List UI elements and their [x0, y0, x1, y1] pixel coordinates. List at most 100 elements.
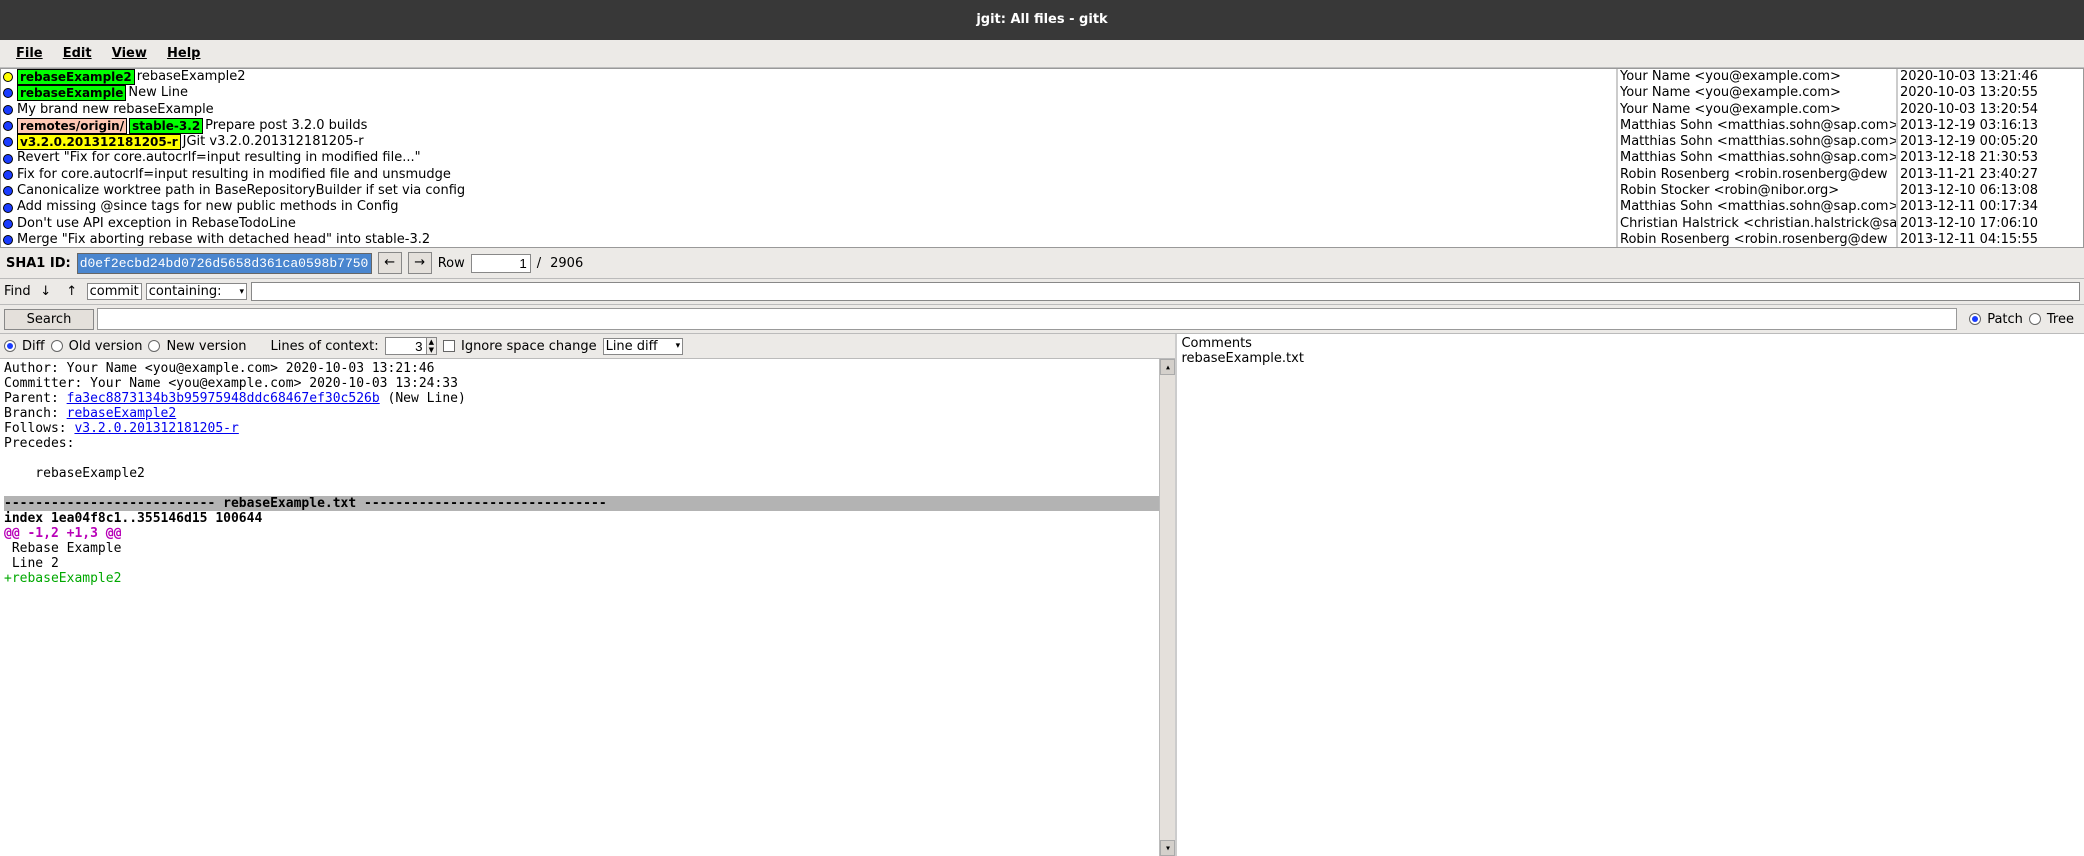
diff-blank [4, 451, 1171, 466]
commit-row[interactable]: My brand new rebaseExample [1, 102, 1616, 118]
linediff-value: Line diff [606, 339, 658, 354]
ignore-space-checkbox[interactable] [443, 340, 455, 352]
menu-view[interactable]: View [104, 44, 155, 63]
commit-node-icon [3, 137, 13, 147]
row-separator: / [537, 256, 541, 271]
old-version-label: Old version [69, 339, 143, 354]
parent-sha-link[interactable]: fa3ec8873134b3b95975948ddc68467ef30c526b [67, 391, 380, 406]
menu-file[interactable]: File [8, 44, 51, 63]
diff-body[interactable]: Author: Your Name <you@example.com> 2020… [0, 359, 1175, 856]
commit-row[interactable]: rebaseExample2 rebaseExample2 [1, 69, 1616, 85]
commit-subject: Revert "Fix for core.autocrlf=input resu… [17, 150, 421, 166]
file-list-panel: Comments rebaseExample.txt [1177, 334, 2084, 856]
commit-author: Matthias Sohn <matthias.sohn@sap.com> [1618, 150, 1896, 166]
branch-ref[interactable]: rebaseExample2 [17, 69, 135, 85]
nav-back-button[interactable]: ← [378, 252, 402, 274]
branch-link[interactable]: rebaseExample2 [67, 406, 177, 421]
window-titlebar: jgit: All files - gitk [0, 0, 2084, 40]
sha-input[interactable] [77, 253, 372, 274]
menubar: File Edit View Help [0, 40, 2084, 68]
commit-row[interactable]: rebaseExample New Line [1, 85, 1616, 101]
linediff-dropdown[interactable]: Line diff ▾ [603, 338, 684, 355]
context-label: Lines of context: [271, 339, 379, 354]
commit-row[interactable]: Merge "Fix aborting rebase with detached… [1, 232, 1616, 247]
file-list-item[interactable]: rebaseExample.txt [1181, 351, 2080, 366]
row-label: Row [438, 256, 465, 271]
commit-node-icon [3, 72, 13, 82]
commit-subject: Canonicalize worktree path in BaseReposi… [17, 183, 465, 199]
find-prev-icon[interactable]: ↑ [61, 283, 83, 300]
menu-help[interactable]: Help [159, 44, 208, 63]
old-version-radio[interactable] [51, 340, 63, 352]
find-match-value: containing: [149, 284, 222, 299]
commit-row[interactable]: remotes/origin/stable-3.2 Prepare post 3… [1, 118, 1616, 134]
commit-graph-pane[interactable]: rebaseExample2 rebaseExample2rebaseExamp… [1, 69, 1618, 247]
spin-up-icon[interactable]: ▲ [427, 338, 436, 346]
find-mode-dropdown[interactable]: commit [87, 283, 142, 300]
commit-row[interactable]: Don't use API exception in RebaseTodoLin… [1, 216, 1616, 232]
tag-ref[interactable]: v3.2.0.201312181205-r [17, 134, 181, 150]
commit-date: 2013-12-10 06:13:08 [1898, 183, 2083, 199]
file-list[interactable]: Comments rebaseExample.txt [1177, 334, 2084, 856]
search-input[interactable] [97, 308, 1957, 330]
context-input[interactable] [386, 338, 426, 354]
remote-ref[interactable]: remotes/origin/ [17, 118, 127, 134]
diff-scrollbar[interactable]: ▴ ▾ [1159, 359, 1175, 856]
nav-forward-button[interactable]: → [408, 252, 432, 274]
file-list-comments[interactable]: Comments [1181, 336, 2080, 351]
diff-follows-line: Follows: v3.2.0.201312181205-r [4, 421, 1171, 436]
context-spinner[interactable]: ▲▼ [385, 337, 437, 355]
commit-row[interactable]: v3.2.0.201312181205-r JGit v3.2.0.201312… [1, 134, 1616, 150]
author-pane[interactable]: Your Name <you@example.com>Your Name <yo… [1618, 69, 1898, 247]
diff-context-line: Rebase Example [4, 541, 1171, 556]
find-input[interactable] [251, 282, 2080, 301]
diff-radio[interactable] [4, 340, 16, 352]
ignore-space-label: Ignore space change [461, 339, 597, 354]
commit-list-panes: rebaseExample2 rebaseExample2rebaseExamp… [0, 68, 2084, 248]
branch-ref[interactable]: rebaseExample [17, 85, 126, 101]
commit-author: Christian Halstrick <christian.halstrick… [1618, 216, 1896, 232]
chevron-down-icon: ▾ [240, 287, 245, 297]
scroll-up-icon[interactable]: ▴ [1160, 359, 1175, 375]
find-label: Find [4, 284, 31, 299]
spin-down-icon[interactable]: ▼ [427, 346, 436, 354]
commit-row[interactable]: Canonicalize worktree path in BaseReposi… [1, 183, 1616, 199]
diff-committer-line: Committer: Your Name <you@example.com> 2… [4, 376, 1171, 391]
commit-date: 2013-12-11 04:15:55 [1898, 232, 2083, 247]
commit-row[interactable]: Fix for core.autocrlf=input resulting in… [1, 167, 1616, 183]
new-version-radio[interactable] [148, 340, 160, 352]
commit-author: Robin Rosenberg <robin.rosenberg@dew [1618, 167, 1896, 183]
commit-date: 2013-12-18 21:30:53 [1898, 150, 2083, 166]
commit-subject: Prepare post 3.2.0 builds [205, 118, 367, 134]
search-button[interactable]: Search [4, 309, 94, 330]
diff-precedes-line: Precedes: [4, 436, 1171, 451]
tree-radio[interactable] [2029, 313, 2041, 325]
commit-node-icon [3, 203, 13, 213]
menu-edit[interactable]: Edit [55, 44, 100, 63]
find-next-icon[interactable]: ↓ [35, 283, 57, 300]
find-bar: Find ↓ ↑ commit containing: ▾ [0, 279, 2084, 305]
commit-row[interactable]: Revert "Fix for core.autocrlf=input resu… [1, 150, 1616, 166]
remotebranch-ref[interactable]: stable-3.2 [129, 118, 203, 134]
find-match-dropdown[interactable]: containing: ▾ [146, 283, 247, 300]
commit-node-icon [3, 88, 13, 98]
follows-link[interactable]: v3.2.0.201312181205-r [74, 421, 238, 436]
date-pane[interactable]: 2020-10-03 13:21:462020-10-03 13:20:5520… [1898, 69, 2083, 247]
commit-node-icon [3, 154, 13, 164]
sha-row-bar: SHA1 ID: ← → Row / 2906 [0, 248, 2084, 279]
patch-radio[interactable] [1969, 313, 1981, 325]
commit-row[interactable]: Add missing @since tags for new public m… [1, 199, 1616, 215]
commit-node-icon [3, 235, 13, 245]
commit-author: Your Name <you@example.com> [1618, 85, 1896, 101]
diff-commit-message: rebaseExample2 [4, 466, 1171, 481]
scroll-down-icon[interactable]: ▾ [1160, 840, 1175, 856]
commit-node-icon [3, 186, 13, 196]
commit-subject: My brand new rebaseExample [17, 102, 214, 118]
patch-label: Patch [1987, 312, 2023, 327]
chevron-down-icon: ▾ [676, 341, 681, 351]
commit-author: Your Name <you@example.com> [1618, 102, 1896, 118]
commit-date: 2020-10-03 13:20:54 [1898, 102, 2083, 118]
find-mode-value: commit [90, 284, 139, 299]
row-number-input[interactable] [471, 254, 531, 273]
sha-label: SHA1 ID: [6, 256, 71, 271]
